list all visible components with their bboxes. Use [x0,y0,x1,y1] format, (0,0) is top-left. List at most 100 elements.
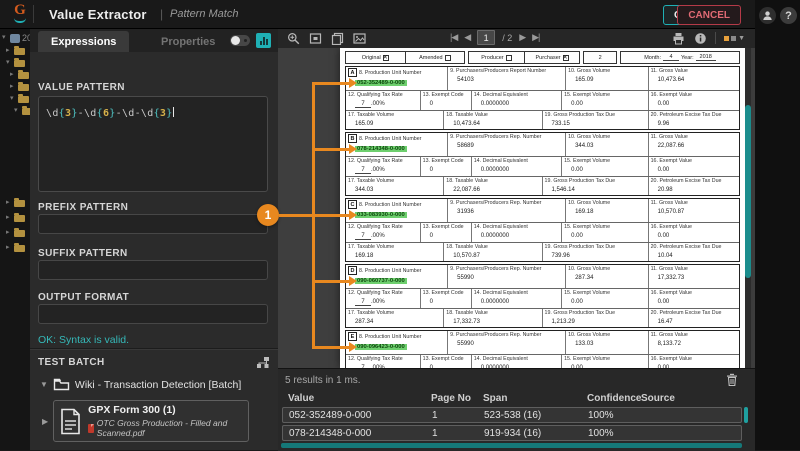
page-title: Value Extractor [49,7,147,22]
rail-tree-item[interactable]: ▾20 [2,33,30,43]
form-section-C: C8. Production Unit Number033-083930-0-0… [345,198,740,262]
output-format-label: OUTPUT FORMAT [38,292,129,303]
matched-value-C[interactable]: 033-083930-0-000 [355,212,407,218]
trash-icon[interactable] [726,373,738,386]
cancel-button[interactable]: CANCEL [677,5,741,25]
panel-divider [30,348,278,350]
print-icon[interactable] [671,31,685,45]
rail-tree-item[interactable]: ▾ [6,58,25,68]
panel-tabbar: Expressions Properties [30,28,278,52]
matched-value-D[interactable]: 090-060737-0-000 [355,278,407,284]
folder-icon [14,215,25,222]
app-logo[interactable]: G [9,2,31,26]
next-page-button[interactable]: ▶ [519,32,525,43]
matched-value-B[interactable]: 078-214348-0-000 [355,146,407,152]
toggle-knob [231,36,240,45]
folder-icon [18,72,29,79]
copy-pages-icon[interactable] [330,31,344,45]
prefix-pattern-input[interactable] [38,214,268,234]
result-row[interactable]: 052-352489-0-0001523-538 (16)100% [282,407,742,423]
test-batch-label: TEST BATCH [38,357,105,368]
info-icon[interactable] [693,31,707,45]
folder-icon [14,60,25,67]
left-rail: ▾20 ▸ ▾ ▸ ▸ ▾ ▾ ▸ ▸ ▸ ▸ [0,28,30,450]
viewer-scrollbar-thumb[interactable] [745,105,751,278]
toolbar-divider [715,32,716,44]
chevron-down-icon: ▼ [40,380,48,389]
highlight-toggle[interactable] [230,35,250,46]
syntax-status: OK: Syntax is valid. [38,334,129,346]
results-vscroll-thumb[interactable] [744,407,748,423]
chart-icon[interactable] [256,33,271,48]
expressions-panel: Expressions Properties VALUE PATTERN \d{… [30,28,278,450]
value-pattern-input[interactable]: \d{3}-\d{6}-\d-\d{3} [38,96,268,192]
matched-value-A[interactable]: 052-352489-0-000 [355,80,407,86]
pdf-icon [88,424,94,433]
rail-tree-item[interactable]: ▸ [6,198,25,208]
col-header-value: Value [288,393,314,404]
suffix-pattern-label: SUFFIX PATTERN [38,248,128,259]
rail-tree-item[interactable]: ▸ [10,82,29,92]
title-separator: | [160,7,163,21]
first-page-button[interactable]: |◀ [450,32,457,43]
section-letter-badge: D [348,266,357,275]
rail-tree-item[interactable]: ▸ [6,243,25,253]
result-row[interactable]: 078-214348-0-0001919-934 (16)100% [282,425,742,441]
zoom-icon[interactable] [286,31,300,45]
image-icon[interactable] [352,31,366,45]
rail-tree-item[interactable]: ▸ [10,70,29,80]
section-letter-badge: E [348,332,357,341]
col-header-span: Span [483,393,507,404]
month-year-cell: Month:4 Year:2018 [621,52,739,63]
document-page: Original Amended Producer Purchaser 2 Mo… [340,48,745,368]
results-hscroll-thumb[interactable] [281,443,742,448]
toggle-dot [244,39,247,42]
results-panel: 5 results in 1 ms. Value Page No Span Co… [278,368,755,451]
batch-folder-row[interactable]: ▼ Wiki - Transaction Detection [Batch] [40,378,241,391]
section-letter-badge: A [348,68,357,77]
tab-expressions[interactable]: Expressions [38,31,129,52]
user-icon[interactable] [759,7,776,24]
prev-page-button[interactable]: ◀ [464,32,470,43]
file-card[interactable]: GPX Form 300 (1) OTC Gross Production - … [53,400,249,442]
fit-selection-icon[interactable] [308,31,322,45]
rail-tree-item[interactable]: ▸ [6,213,25,223]
value-pattern-text: \d{3}-\d{6}-\d-\d{3} [46,108,174,119]
col-header-source: Source [641,393,675,404]
batch-settings-icon[interactable] [256,356,270,369]
rail-tree-item[interactable]: ▸ [6,46,25,56]
view-layout-icon[interactable]: ▼ [724,35,745,42]
file-title: GPX Form 300 (1) [88,404,242,416]
logo-wave-icon [14,18,26,23]
amended-checkbox [445,55,451,61]
col-header-confidence: Confidence [587,393,641,404]
document-icon [60,408,81,435]
report-count-cell: 2 [584,52,616,63]
output-format-input[interactable] [38,304,268,324]
folder-icon [22,108,30,115]
top-bar: G Value Extractor | Pattern Match OK CAN… [0,0,755,29]
matched-value-E[interactable]: 090-096423-0-000 [355,344,407,350]
logo-letter: G [9,2,31,18]
tab-properties[interactable]: Properties [148,31,228,52]
viewer-toolbar: |◀ ◀ 1 / 2 ▶ ▶| ▼ [278,28,755,49]
purchaser-checkbox [563,55,569,61]
right-strip: ? [755,0,800,450]
help-icon[interactable]: ? [780,7,797,24]
folder-icon [14,245,25,252]
match-marker-1[interactable]: 1 [257,204,279,226]
rail-tree-item[interactable]: ▾ [14,106,30,116]
suffix-pattern-input[interactable] [38,260,268,280]
database-icon [10,34,20,43]
page-number-input[interactable]: 1 [477,30,495,45]
prefix-pattern-label: PREFIX PATTERN [38,202,128,213]
last-page-button[interactable]: ▶| [532,32,539,43]
form-section-E: E8. Production Unit Number090-096423-0-0… [345,330,740,368]
chevron-right-icon[interactable]: ▶ [42,417,48,426]
folder-icon [14,230,25,237]
rail-tree-item[interactable]: ▸ [6,228,25,238]
producer-checkbox [506,55,512,61]
form-header-row: Original Amended Producer Purchaser 2 Mo… [345,51,740,64]
rail-tree-item[interactable]: ▾ [10,94,29,104]
page-total-label: / 2 [502,33,512,43]
